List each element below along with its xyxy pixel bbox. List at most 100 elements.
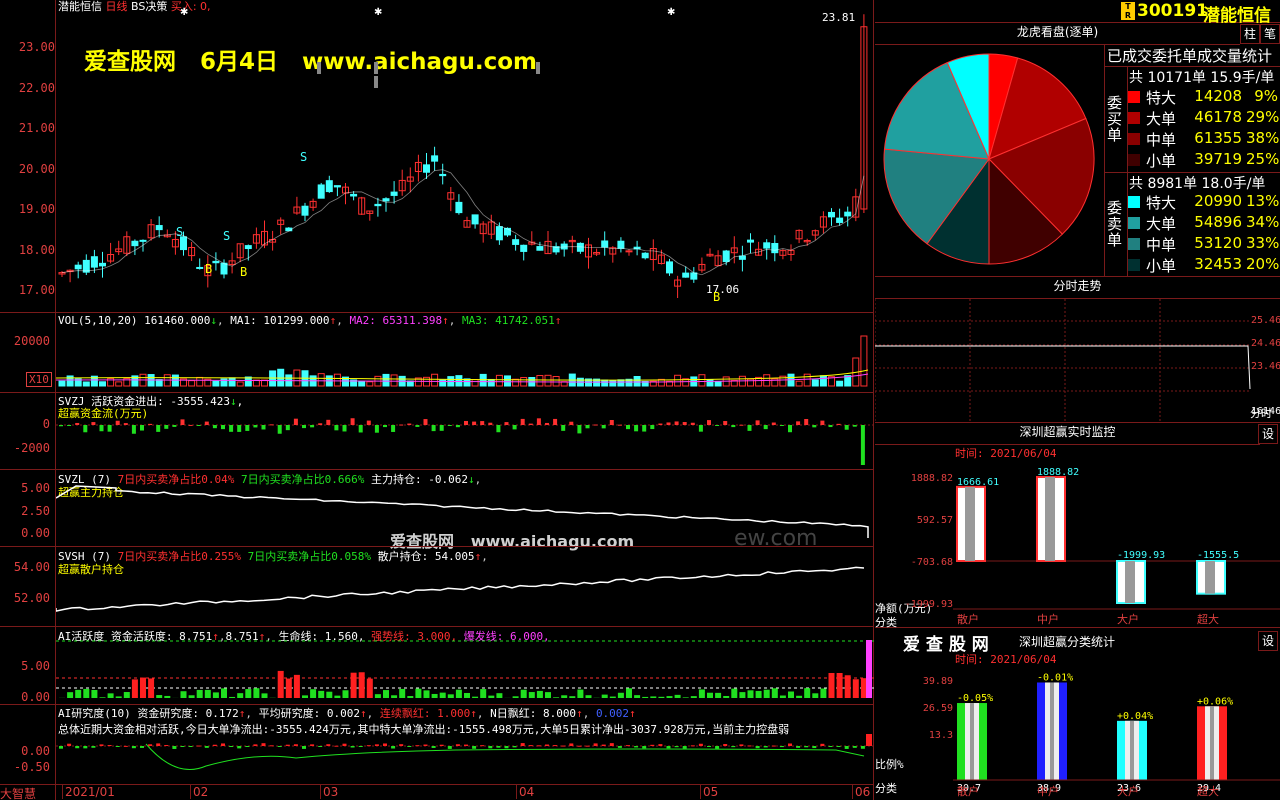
buy-total: 共 10171单 15.9手/单	[1129, 70, 1275, 86]
research-bar	[407, 746, 412, 747]
research-bar	[318, 746, 323, 747]
activity-bar	[617, 692, 624, 698]
research-bar	[350, 746, 355, 748]
monitor-bar-shade	[1125, 561, 1135, 603]
fund-flow-bar	[407, 423, 412, 425]
candlestick-chart[interactable]: S S S B B B	[56, 14, 874, 312]
activity-bar	[658, 696, 665, 698]
volume-bar	[504, 375, 511, 387]
research-bar	[455, 744, 460, 746]
research-bar	[472, 746, 477, 749]
fund-flow-bar	[342, 425, 347, 432]
tab-bar-chart[interactable]: 柱	[1240, 24, 1260, 44]
research-bar	[674, 746, 679, 748]
activity-bar	[715, 692, 722, 698]
activity-bar	[83, 688, 90, 698]
fund-flow-bar	[585, 425, 590, 429]
period-label[interactable]: 日线	[106, 0, 128, 13]
svzj-chart[interactable]	[56, 405, 874, 469]
research-bar	[447, 746, 452, 749]
research-bar	[415, 745, 420, 747]
intraday-section[interactable]: 分时走势 25.46 24.46 23.46 16146 分时	[875, 277, 1280, 423]
fund-flow-bar	[569, 421, 574, 425]
fund-flow-bar	[229, 425, 234, 432]
research-axis-0: 0.00	[21, 744, 50, 758]
research-bar	[464, 744, 468, 746]
activity-bar	[302, 695, 308, 698]
fund-flow-bar	[496, 425, 501, 433]
fund-flow-bar	[107, 425, 112, 432]
candle-body	[617, 240, 625, 249]
research-bar	[261, 743, 266, 746]
research-bar	[334, 745, 339, 747]
activity-bar	[318, 690, 325, 698]
fund-flow-bar	[148, 423, 153, 425]
activity-bar	[771, 688, 778, 698]
research-bar	[358, 746, 363, 747]
candle-body	[455, 201, 463, 214]
monitor-category: 大户	[1117, 612, 1139, 626]
research-bar	[609, 743, 614, 746]
candle-body	[828, 211, 835, 218]
stock-terminal: 潜能恒信 日线 BS决策 买入: 0, 23.00 22.00 21.00 20.00…	[0, 0, 1280, 800]
monitor-axis-label: 592.57	[917, 515, 953, 526]
activity-bar	[788, 691, 794, 698]
research-bar	[293, 744, 298, 746]
stats2-bar-shade	[1210, 706, 1214, 780]
research-bar	[585, 745, 590, 747]
stats2-chart[interactable]: 39.8926.5913.3-0.05%30.7散户-0.01%38.9中户+0…	[875, 666, 1280, 800]
divider	[0, 469, 874, 470]
watermark-mid2: ew.com	[734, 526, 818, 551]
stats2-settings-button[interactable]: 设	[1258, 631, 1278, 651]
volume-bar	[803, 373, 811, 387]
volume-bar	[819, 375, 827, 387]
research-bar	[253, 744, 258, 746]
star-icon: ✱	[180, 7, 189, 18]
volume-bar	[431, 373, 439, 387]
tab-stroke[interactable]: 笔	[1260, 24, 1280, 44]
fund-flow-bar	[820, 420, 825, 425]
activity-bar	[836, 673, 843, 698]
research-bar	[391, 746, 396, 749]
stats2-category: 大户	[1117, 784, 1139, 798]
ai-chart[interactable]	[56, 638, 874, 704]
chart-area[interactable]: 潜能恒信 日线 BS决策 买入: 0, 23.00 22.00 21.00 20.00…	[0, 0, 874, 800]
research-bar	[536, 745, 541, 747]
fund-flow-bar	[221, 425, 225, 430]
stats2-delta: -0.05%	[957, 693, 993, 704]
intraday-chart[interactable]: 25.4624.4623.4616146	[875, 299, 1280, 423]
svsh-chart[interactable]	[56, 556, 874, 626]
fund-flow-bar	[788, 425, 792, 433]
fund-flow-bar	[374, 425, 379, 433]
pie-title: 龙虎看盘(逐单)	[875, 23, 1240, 45]
monitor-chart[interactable]: 1888.82 592.57 -703.68 -1999.93 1666.61 散户 188…	[875, 459, 1280, 628]
fund-flow-bar	[650, 425, 655, 430]
activity-bar	[399, 688, 406, 698]
monitor-category: 超大	[1197, 612, 1219, 626]
research-bar	[698, 743, 703, 746]
fund-flow-bar	[455, 425, 460, 428]
fund-flow-bar	[739, 424, 744, 426]
activity-bar	[464, 692, 470, 698]
fund-flow-bar	[399, 424, 404, 426]
activity-bar	[674, 694, 681, 698]
monitor-settings-button[interactable]: 设	[1258, 424, 1278, 444]
stats2-bar-shade	[1050, 682, 1054, 780]
volume-bar	[836, 380, 844, 387]
research-bar	[569, 743, 574, 746]
order-volume: 20990	[1194, 192, 1242, 210]
volume-chart[interactable]	[56, 326, 874, 392]
buy-signal-marker: B	[240, 265, 247, 279]
fund-flow-bar	[140, 425, 144, 431]
research-bar	[715, 746, 720, 749]
order-type: 大单	[1146, 215, 1177, 233]
monitor-title: 深圳超赢实时监控	[875, 423, 1260, 445]
order-pie-chart[interactable]	[875, 45, 1105, 277]
fund-flow-bar	[682, 422, 687, 425]
sell-order-row: 特大 20990 13%	[1128, 192, 1280, 213]
activity-bar	[140, 677, 146, 698]
research-bar	[423, 744, 428, 746]
research-chart[interactable]	[56, 734, 874, 784]
fund-flow-bar	[269, 424, 274, 426]
activity-bar	[277, 670, 284, 698]
